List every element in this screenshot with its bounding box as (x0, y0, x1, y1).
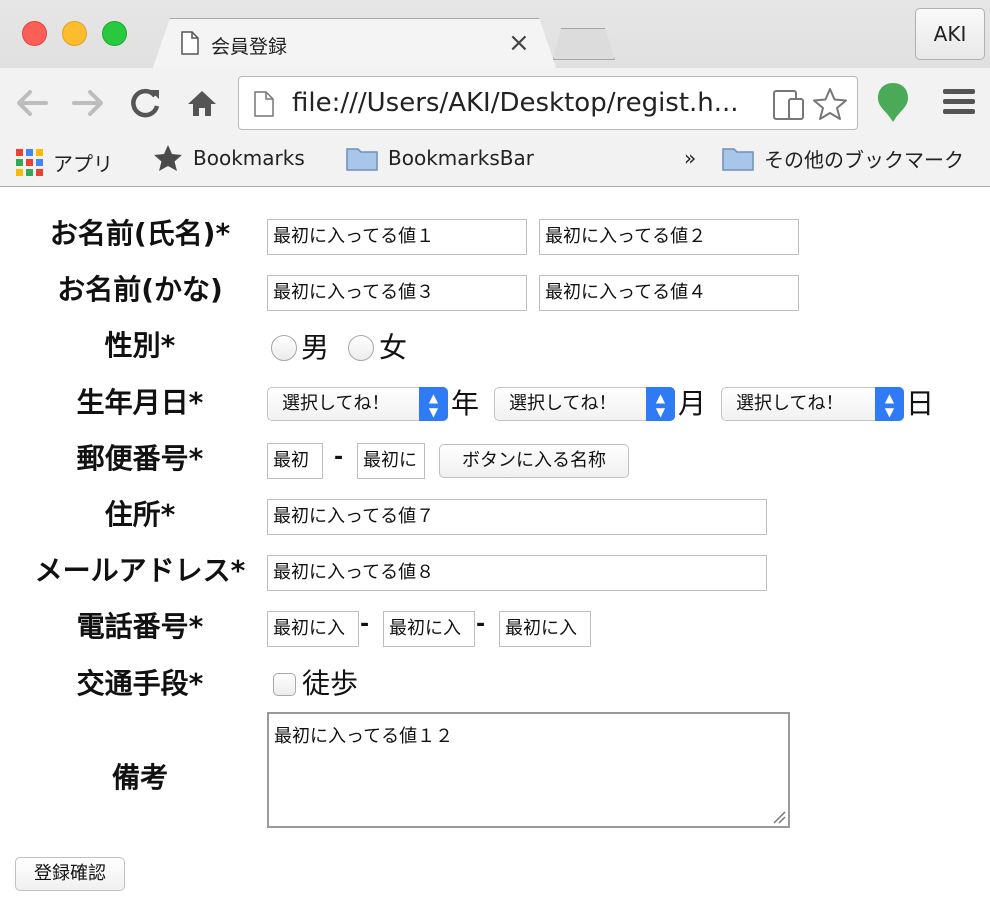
phone-first-input[interactable]: 最初に入ってる値９ (267, 611, 359, 647)
back-arrow-icon (17, 90, 48, 116)
gender-label: 性別* (104, 329, 176, 362)
bookmark-other-label: その他のブックマーク (764, 147, 964, 172)
bookmarks-bar: アプリ Bookmarks BookmarksBar » その他のブックマーク (0, 138, 990, 186)
gender-male-label: 男 (301, 331, 330, 364)
tab-close-icon[interactable]: × (508, 28, 530, 58)
forward-button[interactable] (68, 84, 108, 122)
select-arrows-icon: ▲ ▼ (646, 387, 675, 421)
first-name-input[interactable]: 最初に入ってる値２ (539, 219, 799, 255)
gender-male-radio[interactable] (271, 335, 297, 361)
zip-label: 郵便番号* (76, 442, 204, 475)
address-bar[interactable]: file:///Users/AKI/Desktop/regist.h... (238, 76, 858, 130)
gender-female-radio[interactable] (348, 335, 374, 361)
birth-year-unit: 年 (451, 387, 480, 420)
notes-label: 備考 (111, 761, 168, 794)
birth-day-select[interactable]: 選択してね！ ▲ ▼ (721, 387, 904, 421)
profile-button[interactable]: AKI (915, 8, 985, 60)
phone-second-input[interactable]: 最初に入ってる値１０ (383, 611, 475, 647)
bookmark-star-icon[interactable] (811, 87, 849, 121)
submit-confirm-button[interactable]: 登録確認 (15, 857, 125, 891)
folder-icon (722, 148, 754, 171)
window-maximize-button[interactable] (102, 21, 127, 46)
transport-walk-checkbox[interactable] (273, 673, 296, 696)
phone-label: 電話番号* (76, 610, 204, 643)
kana-label: お名前(かな) (57, 273, 223, 306)
bookmark-folder-other[interactable]: その他のブックマーク (722, 138, 964, 178)
birth-year-select[interactable]: 選択してね！ ▲ ▼ (267, 387, 448, 421)
transport-label: 交通手段* (76, 667, 204, 700)
overflow-chevron-icon: » (684, 146, 697, 170)
reload-icon (131, 88, 160, 118)
reload-button[interactable] (126, 84, 166, 122)
zip-first-input[interactable]: 最初に入ってる値５ (267, 443, 323, 479)
zip-separator: - (334, 445, 344, 470)
zip-second-input[interactable]: 最初に入ってる値６ (357, 443, 425, 479)
document-icon (181, 31, 199, 55)
email-input[interactable]: 最初に入ってる値８ (267, 555, 767, 591)
bookmark-apps-label: アプリ (53, 151, 113, 176)
resize-handle-icon[interactable] (772, 810, 786, 824)
address-label: 住所* (104, 498, 176, 531)
bookmark-bookmarks-label: Bookmarks (193, 146, 305, 170)
transport-walk-label: 徒歩 (302, 667, 359, 700)
home-button[interactable] (182, 84, 222, 122)
bookmark-apps[interactable]: アプリ (16, 142, 113, 182)
phone-separator-2: - (476, 612, 486, 637)
birth-month-select[interactable]: 選択してね！ ▲ ▼ (494, 387, 675, 421)
window-minimize-button[interactable] (62, 21, 87, 46)
browser-chrome: 会員登録 × AKI file:///Users/AKI/Desktop/reg… (0, 0, 990, 187)
bookmarks-overflow-button[interactable]: » (684, 138, 696, 178)
page-icon (254, 91, 274, 117)
birth-day-value: 選択してね！ (736, 393, 844, 414)
phone-third-input[interactable]: 最初に入ってる値１１ (499, 611, 591, 647)
star-icon (154, 145, 182, 171)
birth-year-value: 選択してね！ (282, 393, 390, 414)
folder-icon (346, 148, 378, 171)
bookmark-folder-bookmarksbar[interactable]: BookmarksBar (346, 138, 534, 178)
last-name-input[interactable]: 最初に入ってる値１ (267, 219, 527, 255)
notes-textarea[interactable]: 最初に入ってる値１２ (267, 712, 790, 828)
forward-arrow-icon (72, 90, 103, 116)
tab-title: 会員登録 (211, 36, 288, 58)
hamburger-menu-icon[interactable] (943, 89, 975, 115)
birth-day-unit: 日 (906, 387, 935, 420)
evernote-extension-icon[interactable] (876, 81, 910, 123)
home-icon (188, 91, 216, 116)
gender-female-label: 女 (379, 331, 408, 364)
notes-value: 最初に入ってる値１２ (274, 726, 454, 747)
email-label: メールアドレス* (34, 554, 246, 587)
address-input[interactable]: 最初に入ってる値７ (267, 499, 767, 535)
phone-separator-1: - (360, 612, 370, 637)
apps-grid-icon (16, 148, 43, 176)
birth-month-unit: 月 (678, 387, 707, 420)
select-arrows-icon: ▲ ▼ (875, 387, 904, 421)
bookmark-bookmarks[interactable]: Bookmarks (153, 138, 305, 178)
toolbar: file:///Users/AKI/Desktop/regist.h... (0, 68, 990, 138)
window-close-button[interactable] (22, 21, 47, 46)
birthday-label: 生年月日* (76, 386, 204, 419)
new-tab-button[interactable] (553, 28, 615, 60)
url-text: file:///Users/AKI/Desktop/regist.h... (292, 88, 739, 118)
device-mode-icon[interactable] (772, 89, 806, 121)
birth-month-value: 選択してね！ (509, 393, 617, 414)
name-label: お名前(氏名)* (49, 217, 231, 250)
last-kana-input[interactable]: 最初に入ってる値３ (267, 275, 527, 311)
tab-strip: 会員登録 × AKI (0, 0, 990, 70)
back-button[interactable] (12, 84, 52, 122)
active-tab[interactable]: 会員登録 × (152, 18, 557, 70)
bookmark-bookmarksbar-label: BookmarksBar (388, 146, 534, 170)
select-arrows-icon: ▲ ▼ (419, 387, 448, 421)
zip-lookup-button[interactable]: ボタンに入る名称 (439, 444, 629, 478)
first-kana-input[interactable]: 最初に入ってる値４ (539, 275, 799, 311)
